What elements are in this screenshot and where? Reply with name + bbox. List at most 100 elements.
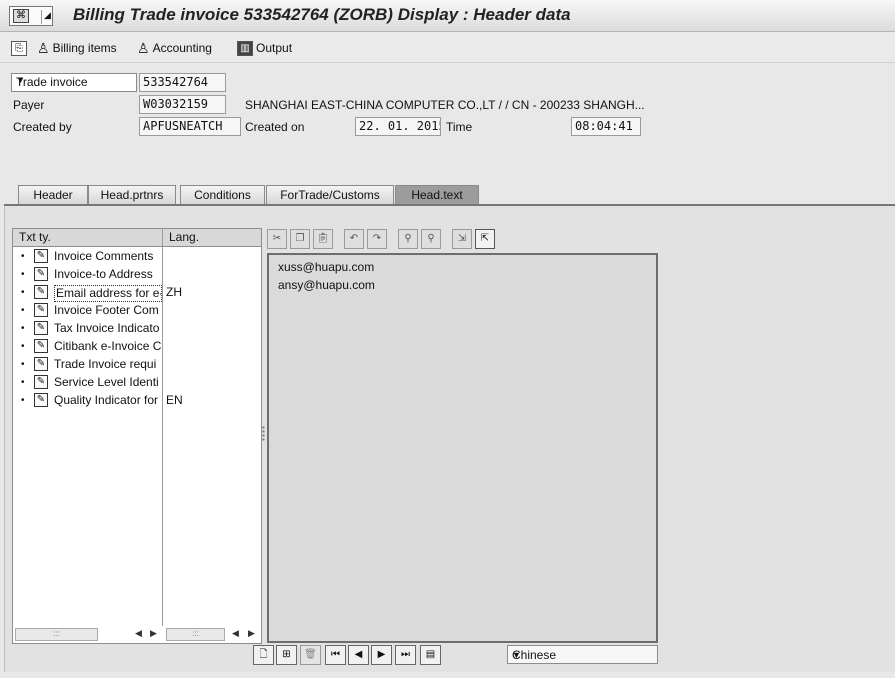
tree-row[interactable]: • ✎ Quality Indicator for EN xyxy=(13,392,261,410)
scroll-left-icon[interactable]: ◀ xyxy=(135,627,142,640)
next-page-icon[interactable]: ▶ xyxy=(371,645,392,665)
tab-head-text[interactable]: Head.text xyxy=(395,185,479,205)
document-type-select[interactable]: Trade invoice ▼ xyxy=(11,73,137,92)
language-code: EN xyxy=(166,393,183,407)
tree-row[interactable]: • ✎ Service Level Identi xyxy=(13,374,261,392)
time-label: Time xyxy=(446,120,473,134)
tree-row[interactable]: • ✎ Invoice Footer Com xyxy=(13,302,261,320)
text-type-label: Citibank e-Invoice C xyxy=(54,339,162,353)
note-edit-icon: ✎ xyxy=(34,339,48,353)
note-edit-icon: ✎ xyxy=(34,267,48,281)
created-on-label: Created on xyxy=(245,120,305,134)
last-page-icon[interactable]: ⏭ xyxy=(395,645,416,665)
tree-row[interactable]: • ✎ Citibank e-Invoice C xyxy=(13,338,261,356)
billing-items-label: Billing items xyxy=(52,41,117,55)
previous-page-icon[interactable]: ◀ xyxy=(348,645,369,665)
language-select[interactable]: Chinese ▼ xyxy=(507,645,658,664)
dropdown-arrow-icon: ◢ xyxy=(44,10,51,20)
scroll-right-icon[interactable]: ▶ xyxy=(150,627,157,640)
note-edit-icon: ✎ xyxy=(34,285,48,299)
bullet: • xyxy=(21,251,25,262)
tree-row[interactable]: • ✎ Tax Invoice Indicato xyxy=(13,320,261,338)
page-title: Billing Trade invoice 533542764 (ZORB) D… xyxy=(73,5,571,24)
text-type-label: Invoice Comments xyxy=(54,249,154,263)
note-edit-icon: ✎ xyxy=(34,357,48,371)
note-edit-icon: ✎ xyxy=(34,321,48,335)
column-header-language[interactable]: Lang. xyxy=(163,229,261,247)
language-code: ZH xyxy=(166,285,182,299)
billing-items-button[interactable]: ♙ Billing items xyxy=(37,39,117,57)
tree-row[interactable]: • ✎ Trade Invoice requi xyxy=(13,356,261,374)
new-document-icon[interactable]: 🗋︎ xyxy=(253,645,274,665)
output-label: Output xyxy=(256,41,293,55)
person-icon: ♙ xyxy=(37,39,50,56)
bullet: • xyxy=(21,377,25,388)
column-header-text-type[interactable]: Txt ty. xyxy=(13,229,163,247)
tab-header[interactable]: Header xyxy=(18,185,88,205)
scroll-left-icon[interactable]: ◀ xyxy=(232,627,239,640)
accounting-icon: ♙ xyxy=(137,39,150,56)
created-by-field[interactable]: APFUSNEATCH xyxy=(139,117,241,136)
tab-conditions[interactable]: Conditions xyxy=(180,185,265,205)
cut-icon[interactable]: ✂ xyxy=(267,229,287,249)
tab-for-trade-customs[interactable]: ForTrade/Customs xyxy=(266,185,394,205)
first-page-icon[interactable]: ⏮ xyxy=(325,645,346,665)
payer-name: SHANGHAI EAST-CHINA COMPUTER CO.,LT / / … xyxy=(245,98,645,112)
delete-icon[interactable]: 🗑︎ xyxy=(300,645,321,665)
tree-row[interactable]: • ✎ Invoice Comments xyxy=(13,248,261,266)
dropdown-arrow-icon: ▼ xyxy=(16,75,25,85)
display-detail-icon[interactable]: ⊞ xyxy=(276,645,297,665)
text-editor[interactable]: xuss@huapu.com ansy@huapu.com xyxy=(267,253,658,643)
scrollbar-thumb[interactable]: ::: xyxy=(15,628,98,641)
note-edit-icon: ✎ xyxy=(34,303,48,317)
document-flow-icon: ⎘ xyxy=(11,40,27,56)
splitter-handle[interactable]: ▪ ▪ ▪ ▪ xyxy=(262,424,266,444)
tree-row-selected[interactable]: • ✎ Email address for e- ZH xyxy=(13,284,261,302)
bullet: • xyxy=(21,269,25,280)
bullet: • xyxy=(21,359,25,370)
accounting-button[interactable]: ♙ Accounting xyxy=(137,39,212,57)
editor-line: xuss@huapu.com xyxy=(278,260,375,274)
scrollbar-thumb[interactable]: ::: xyxy=(166,628,225,641)
redo-icon[interactable]: ↷ xyxy=(367,229,387,249)
title-bar: ⌘ ◢ Billing Trade invoice 533542764 (ZOR… xyxy=(0,0,895,32)
scroll-right-icon[interactable]: ▶ xyxy=(248,627,255,640)
tree-row[interactable]: • ✎ Invoice-to Address xyxy=(13,266,261,284)
time-field[interactable]: 08:04:41 xyxy=(571,117,641,136)
chevron-down-icon: ▼ xyxy=(512,650,521,660)
payer-label: Payer xyxy=(13,98,45,112)
export-icon[interactable]: ⇱ xyxy=(475,229,495,249)
paste-icon[interactable]: 📋︎ xyxy=(313,229,333,249)
tab-head-partners[interactable]: Head.prtnrs xyxy=(88,185,176,205)
system-menu-button[interactable]: ⌘ ◢ xyxy=(9,6,53,26)
text-type-label: Email address for e- xyxy=(54,285,162,302)
editor-line: ansy@huapu.com xyxy=(278,278,375,292)
find-next-icon[interactable]: ⚲ xyxy=(421,229,441,249)
note-edit-icon: ✎ xyxy=(34,393,48,407)
accounting-label: Accounting xyxy=(152,41,212,55)
payer-field[interactable]: W03032159 xyxy=(139,95,226,114)
log-icon[interactable]: ▤ xyxy=(420,645,441,665)
text-type-label: Quality Indicator for xyxy=(54,393,159,407)
undo-icon[interactable]: ↶ xyxy=(344,229,364,249)
horizontal-scrollbar-text-type[interactable]: ::: ◀ ▶ xyxy=(13,627,162,642)
copy-icon[interactable]: ❐ xyxy=(290,229,310,249)
application-toolbar: ⎘ ♙ Billing items ♙ Accounting ▥ Output xyxy=(0,33,895,63)
find-icon[interactable]: ⚲ xyxy=(398,229,418,249)
bullet: • xyxy=(21,323,25,334)
bullet: • xyxy=(21,305,25,316)
text-type-label: Tax Invoice Indicato xyxy=(54,321,160,335)
text-type-label: Service Level Identi xyxy=(54,375,159,389)
output-button[interactable]: ▥ Output xyxy=(237,39,292,57)
document-number-field[interactable]: 533542764 xyxy=(139,73,226,92)
created-on-field[interactable]: 22. 01. 2015 xyxy=(355,117,441,136)
system-menu-icon: ⌘ xyxy=(13,9,29,23)
text-type-label: Invoice Footer Com xyxy=(54,303,159,317)
note-edit-icon: ✎ xyxy=(34,249,48,263)
import-icon[interactable]: ⇲ xyxy=(452,229,472,249)
note-edit-icon: ✎ xyxy=(34,375,48,389)
document-flow-button[interactable]: ⎘ xyxy=(11,39,27,57)
output-icon: ▥ xyxy=(237,40,253,56)
horizontal-scrollbar-language[interactable]: ::: ◀ ▶ xyxy=(164,627,261,642)
text-type-label: Trade Invoice requi xyxy=(54,357,157,371)
